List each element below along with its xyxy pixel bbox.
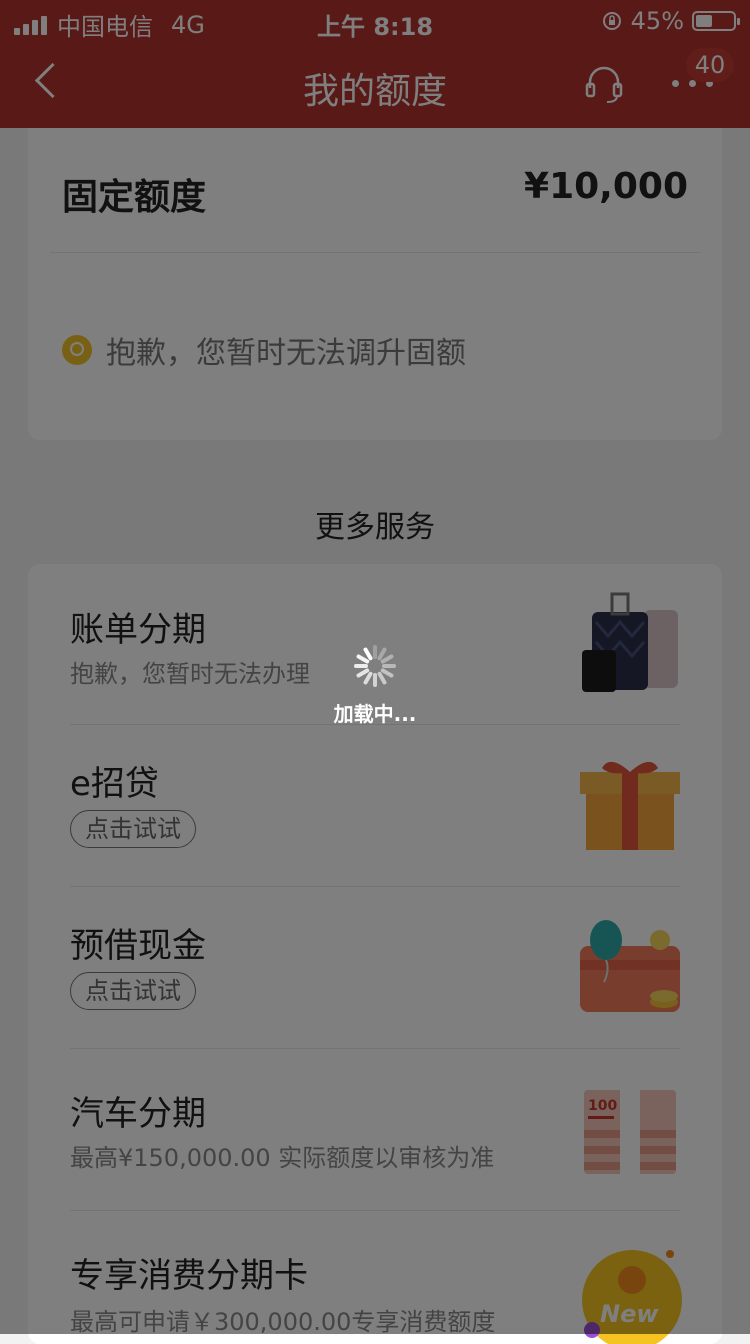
loading-indicator: 加载中... <box>300 644 450 727</box>
spinner-icon <box>354 645 396 687</box>
loading-text: 加载中... <box>333 702 417 726</box>
